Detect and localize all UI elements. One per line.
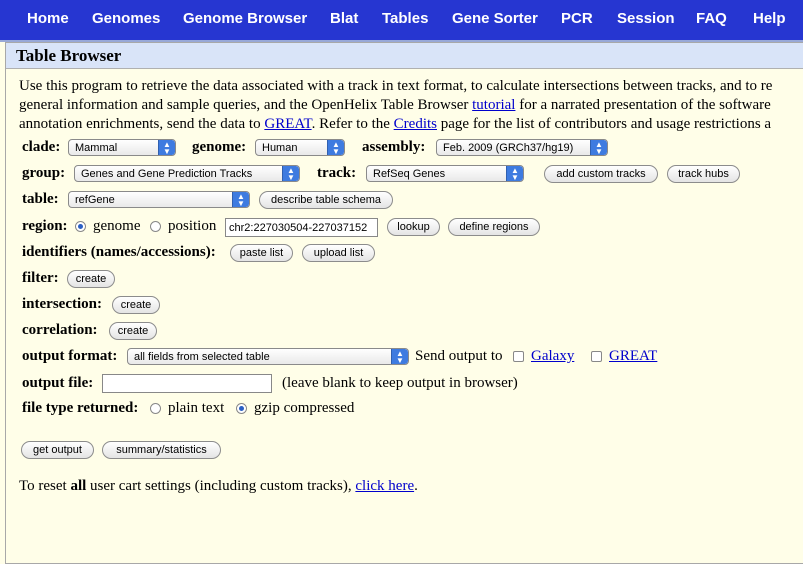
intro-text: annotation enrichments, send the data to	[19, 116, 265, 132]
nav-genome-browser[interactable]: Genome Browser	[183, 10, 307, 27]
define-regions-button[interactable]: define regions	[448, 218, 540, 236]
select-arrows-icon: ▲ ▼	[327, 140, 344, 155]
reset-click-here-link[interactable]: click here	[355, 478, 414, 494]
clade-label: clade:	[22, 139, 61, 155]
intro-text: page for the list of contributors and us…	[437, 116, 772, 132]
position-input[interactable]: chr2:227030504-227037152	[225, 218, 378, 237]
output-format-label: output format:	[22, 348, 118, 364]
region-position-radio[interactable]	[150, 221, 161, 232]
table-select[interactable]: refGene ▲ ▼	[68, 191, 250, 208]
output-file-input[interactable]	[102, 374, 272, 393]
region-genome-label: genome	[93, 218, 141, 234]
reset-bold: all	[70, 478, 87, 494]
region-genome-radio[interactable]	[75, 221, 86, 232]
intro-line-1: Use this program to retrieve the data as…	[19, 78, 773, 94]
page-title: Table Browser	[16, 46, 122, 65]
reset-text: To reset	[19, 478, 71, 494]
genome-select[interactable]: Human ▲ ▼	[255, 139, 345, 156]
group-select[interactable]: Genes and Gene Prediction Tracks ▲ ▼	[74, 165, 300, 182]
select-arrows-icon: ▲ ▼	[506, 166, 523, 181]
great-output-link[interactable]: GREAT	[609, 348, 657, 365]
assembly-label: assembly:	[362, 139, 426, 155]
select-arrows-icon: ▲ ▼	[590, 140, 607, 155]
describe-table-schema-button[interactable]: describe table schema	[259, 191, 393, 209]
select-arrows-icon: ▲ ▼	[232, 192, 249, 207]
credits-link[interactable]: Credits	[394, 116, 437, 132]
gzip-label: gzip compressed	[254, 400, 355, 416]
intro-line-2: general information and sample queries, …	[19, 97, 771, 114]
track-hubs-button[interactable]: track hubs	[667, 165, 740, 183]
file-type-label: file type returned:	[22, 400, 139, 416]
output-file-hint: (leave blank to keep output in browser)	[282, 375, 518, 391]
table-label: table:	[22, 191, 59, 207]
select-arrows-icon: ▲ ▼	[282, 166, 299, 181]
top-nav-bar: Home Genomes Genome Browser Blat Tables …	[0, 0, 803, 42]
gzip-radio[interactable]	[236, 403, 247, 414]
filter-create-button[interactable]: create	[67, 270, 115, 288]
upload-list-button[interactable]: upload list	[302, 244, 375, 262]
nav-blat[interactable]: Blat	[330, 10, 358, 27]
add-custom-tracks-button[interactable]: add custom tracks	[544, 165, 658, 183]
select-arrows-icon: ▲ ▼	[158, 140, 175, 155]
output-file-label: output file:	[22, 375, 94, 391]
output-format-value: all fields from selected table	[134, 351, 270, 363]
reset-cart-text: To reset all user cart settings (includi…	[19, 478, 418, 495]
assembly-value: Feb. 2009 (GRCh37/hg19)	[443, 142, 574, 154]
intro-text: . Refer to the	[311, 116, 394, 132]
nav-genomes[interactable]: Genomes	[92, 10, 160, 27]
galaxy-link[interactable]: Galaxy	[531, 348, 574, 365]
great-checkbox[interactable]	[591, 351, 602, 362]
genome-label: genome:	[192, 139, 247, 155]
intro-line-3: annotation enrichments, send the data to…	[19, 116, 771, 133]
nav-session[interactable]: Session	[617, 10, 675, 27]
nav-home[interactable]: Home	[27, 10, 69, 27]
table-value: refGene	[75, 194, 115, 206]
get-output-button[interactable]: get output	[21, 441, 94, 459]
nav-pcr[interactable]: PCR	[561, 10, 593, 27]
group-label: group:	[22, 165, 66, 181]
nav-tables[interactable]: Tables	[382, 10, 428, 27]
region-position-label: position	[168, 218, 217, 234]
great-link[interactable]: GREAT	[264, 116, 311, 132]
tutorial-link[interactable]: tutorial	[472, 97, 515, 113]
genome-value: Human	[262, 142, 298, 154]
output-format-select[interactable]: all fields from selected table ▲ ▼	[127, 348, 409, 365]
track-value: RefSeq Genes	[373, 168, 446, 180]
assembly-select[interactable]: Feb. 2009 (GRCh37/hg19) ▲ ▼	[436, 139, 608, 156]
intro-text: for a narrated presentation of the softw…	[515, 97, 771, 113]
correlation-label: correlation:	[22, 322, 98, 338]
panel-title-bar: Table Browser	[6, 43, 803, 69]
nav-faq[interactable]: FAQ	[696, 10, 727, 27]
lookup-button[interactable]: lookup	[387, 218, 440, 236]
correlation-create-button[interactable]: create	[109, 322, 157, 340]
intro-text: general information and sample queries, …	[19, 97, 473, 113]
identifiers-label: identifiers (names/accessions):	[22, 244, 216, 260]
send-output-label: Send output to	[415, 348, 503, 364]
group-value: Genes and Gene Prediction Tracks	[81, 168, 253, 180]
track-select[interactable]: RefSeq Genes ▲ ▼	[366, 165, 524, 182]
region-label: region:	[22, 218, 68, 234]
filter-label: filter:	[22, 270, 59, 286]
intersection-create-button[interactable]: create	[112, 296, 160, 314]
clade-value: Mammal	[75, 142, 118, 154]
summary-statistics-button[interactable]: summary/statistics	[102, 441, 221, 459]
reset-text: .	[414, 478, 418, 494]
select-arrows-icon: ▲ ▼	[391, 349, 408, 364]
clade-select[interactable]: Mammal ▲ ▼	[68, 139, 176, 156]
track-label: track:	[317, 165, 357, 181]
paste-list-button[interactable]: paste list	[230, 244, 293, 262]
galaxy-checkbox[interactable]	[513, 351, 524, 362]
plain-text-radio[interactable]	[150, 403, 161, 414]
intersection-label: intersection:	[22, 296, 102, 312]
nav-gene-sorter[interactable]: Gene Sorter	[452, 10, 538, 27]
reset-text: user cart settings (including custom tra…	[86, 478, 356, 494]
plain-text-label: plain text	[168, 400, 225, 416]
nav-help[interactable]: Help	[753, 10, 786, 27]
